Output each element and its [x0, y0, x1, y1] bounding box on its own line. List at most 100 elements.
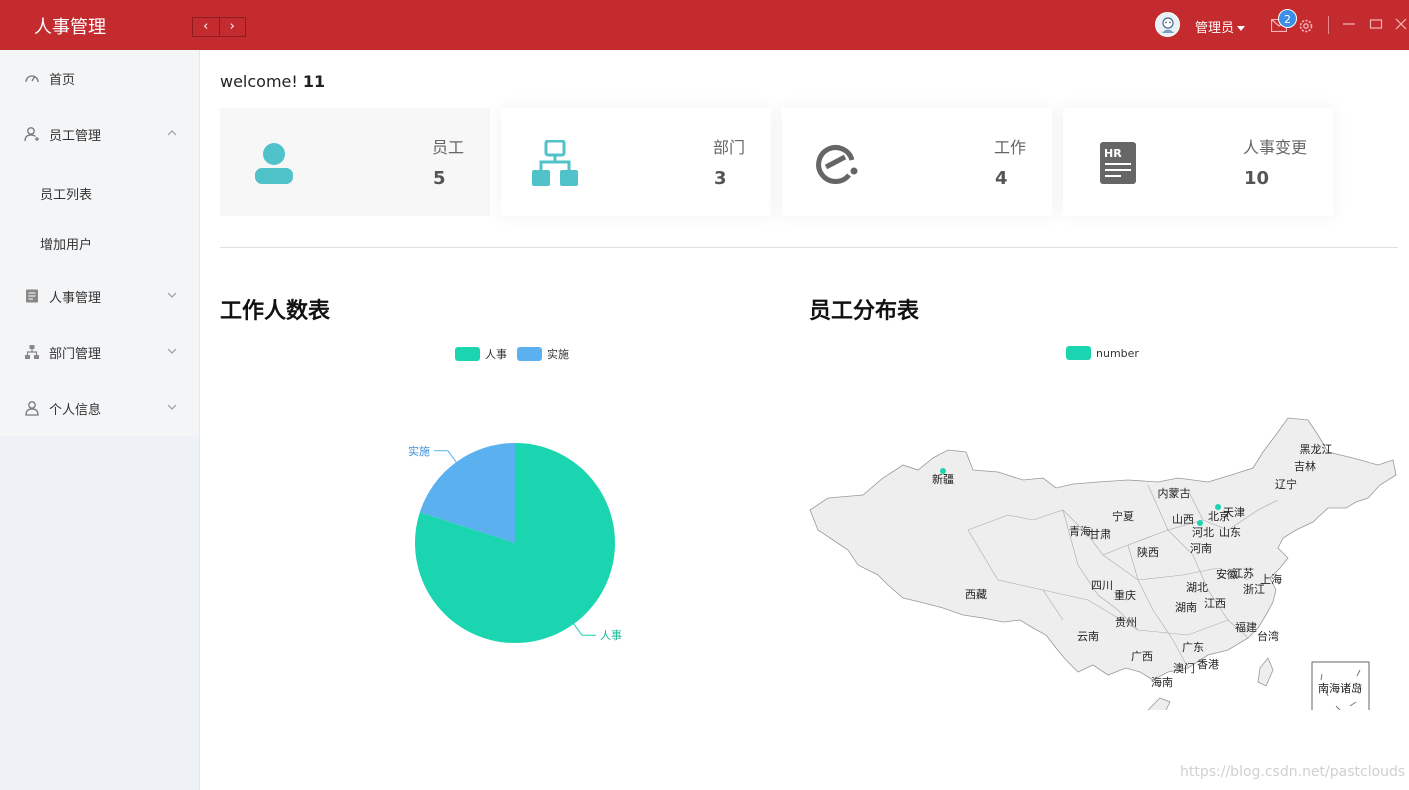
province-label: 广东 [1182, 641, 1204, 654]
china-map: 黑龙江吉林辽宁内蒙古北京天津河北山西山东宁夏青海甘肃陕西 河南新疆西藏四川重庆湖北… [809, 417, 1397, 710]
sidebar-subitem-add-user[interactable]: 增加用户 [0, 218, 199, 268]
chevron-down-icon [167, 292, 177, 298]
stat-label: 员工 [431, 138, 464, 157]
legend-item[interactable]: 人事 [455, 346, 507, 362]
province-label: 江西 [1204, 597, 1226, 610]
province-label: 山东 [1219, 526, 1241, 539]
welcome-user: 11 [302, 72, 326, 91]
province-label: 贵州 [1115, 616, 1137, 629]
map-chart-title: 员工分布表 [809, 299, 920, 324]
chevron-up-icon [167, 130, 177, 136]
chevron-down-icon [167, 404, 177, 410]
province-label: 黑龙江 [1300, 443, 1333, 456]
stat-value: 4 [995, 168, 1008, 189]
province-label: 甘肃 [1089, 528, 1111, 541]
stat-label: 部门 [712, 138, 745, 157]
legend-item[interactable]: 实施 [517, 346, 569, 362]
province-label: 四川 [1091, 579, 1113, 592]
hr-icon: HR [1100, 142, 1136, 184]
province-label: 浙江 [1243, 583, 1265, 596]
china-outline [809, 417, 1397, 681]
watermark: https://blog.csdn.net/pastclouds [1180, 764, 1406, 780]
app-title: 人事管理 [34, 17, 106, 38]
minimize-icon[interactable] [1342, 17, 1356, 31]
stat-value: 3 [714, 168, 727, 189]
province-label: 广西 [1131, 650, 1153, 663]
document-icon [26, 289, 38, 303]
e-logo-icon [816, 145, 858, 184]
stat-card-hr-changes[interactable]: HR 人事变更 10 [1063, 108, 1333, 216]
nav-arrows: ‹ › [192, 17, 246, 37]
province-label: 澳门 [1173, 661, 1195, 675]
province-label: 宁夏 [1112, 509, 1134, 523]
top-header: 人事管理 ‹ › 管理员 2 [0, 0, 1409, 50]
welcome-prefix: welcome! [220, 72, 298, 91]
map-data-point[interactable] [1197, 520, 1203, 526]
svg-text:HR: HR [1104, 147, 1122, 160]
province-label: 辽宁 [1275, 477, 1297, 491]
sidebar-item-label: 个人信息 [49, 402, 102, 418]
sidebar-item-profile[interactable]: 个人信息 [0, 380, 199, 436]
stat-label: 人事变更 [1242, 138, 1307, 157]
stat-card-departments[interactable]: 部门 3 [501, 108, 771, 216]
dashboard-icon [25, 75, 39, 83]
org-chart-icon [25, 345, 39, 359]
person-icon [255, 143, 293, 184]
province-label: 台湾 [1257, 629, 1279, 643]
sidebar-item-label: 首页 [49, 72, 76, 88]
back-button[interactable]: ‹ [193, 18, 220, 36]
user-add-icon [24, 127, 39, 142]
province-label: 青海 [1069, 524, 1091, 538]
stat-value: 5 [433, 168, 446, 189]
map-data-point[interactable] [1215, 504, 1221, 510]
sidebar: 首页 员工管理 员工列表 增加用户 人事管理 部门管理 个人信息 [0, 50, 200, 790]
legend-label: 实施 [547, 348, 569, 361]
gear-icon[interactable] [1297, 17, 1315, 35]
legend-item[interactable]: number [1066, 346, 1139, 360]
province-label: 吉林 [1294, 459, 1316, 473]
sidebar-subitem-employee-list[interactable]: 员工列表 [0, 168, 199, 218]
province-label: 陕西 [1137, 545, 1159, 559]
close-icon[interactable] [1394, 17, 1408, 31]
pie-label-line [573, 623, 597, 636]
submenu-employee: 员工列表 增加用户 [0, 162, 199, 268]
legend-label: 人事 [485, 348, 507, 361]
pie-label: 人事 [600, 629, 622, 642]
sidebar-item-personnel[interactable]: 人事管理 [0, 268, 199, 324]
avatar[interactable] [1155, 12, 1180, 37]
stat-card-jobs[interactable]: 工作 4 [782, 108, 1052, 216]
welcome-text: welcome! 11 [220, 72, 325, 91]
sidebar-subitem-label: 员工列表 [40, 187, 93, 203]
pie-legend: 人事 实施 [455, 346, 579, 362]
org-icon [532, 140, 578, 186]
sidebar-item-department[interactable]: 部门管理 [0, 324, 199, 380]
sidebar-item-home[interactable]: 首页 [0, 50, 199, 106]
province-label: 西藏 [965, 588, 987, 601]
province-label: 海南 [1151, 675, 1173, 689]
pie-chart-title: 工作人数表 [220, 299, 331, 324]
user-icon [25, 401, 39, 416]
avatar-icon [1161, 16, 1174, 33]
maximize-icon[interactable] [1369, 17, 1383, 31]
province-label: 山西 [1172, 513, 1194, 526]
legend-swatch [1066, 346, 1091, 360]
chevron-down-icon [167, 348, 177, 354]
province-label: 新疆 [932, 472, 954, 486]
legend-swatch [455, 347, 480, 361]
forward-button[interactable]: › [220, 18, 246, 36]
province-label: 河北 [1192, 526, 1214, 539]
province-label: 云南 [1077, 630, 1099, 643]
user-menu[interactable]: 管理员 [1195, 17, 1245, 36]
window-separator [1328, 16, 1329, 34]
stat-card-employees[interactable]: 员工 5 [220, 108, 490, 216]
sidebar-item-employee[interactable]: 员工管理 [0, 106, 199, 162]
province-label: 江苏 [1232, 567, 1254, 580]
sidebar-item-label: 人事管理 [49, 290, 102, 306]
map-data-point[interactable] [940, 468, 946, 474]
province-label: 湖南 [1175, 601, 1197, 614]
sidebar-menu: 首页 员工管理 员工列表 增加用户 人事管理 部门管理 个人信息 [0, 50, 199, 436]
legend-swatch [517, 347, 542, 361]
map-legend: number [1066, 346, 1149, 360]
province-label: 香港 [1197, 658, 1219, 671]
pie-label-line [433, 450, 457, 463]
